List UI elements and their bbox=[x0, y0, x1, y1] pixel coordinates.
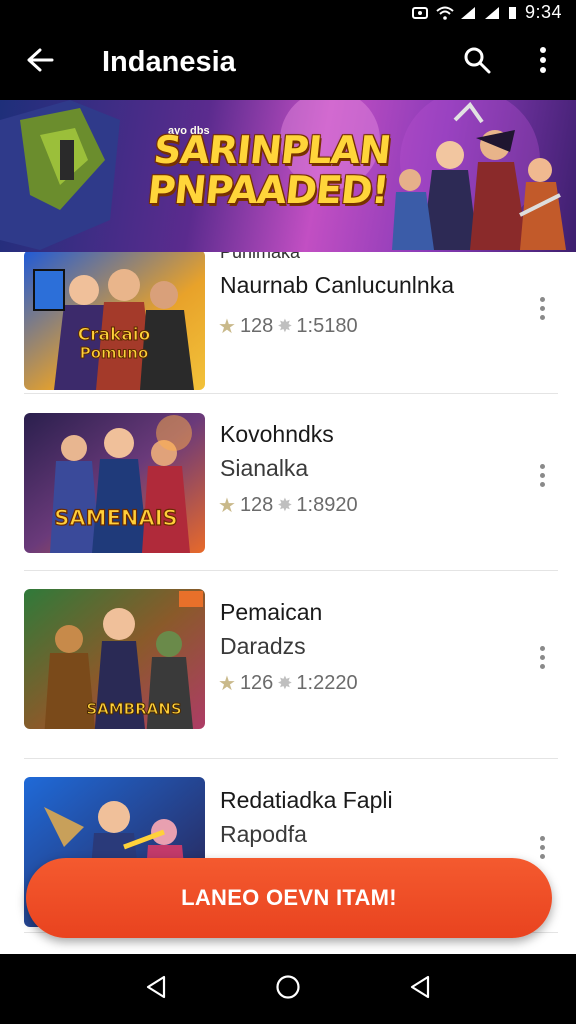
list-item-meta: ★ 128 ✸ 1:8920 bbox=[218, 493, 358, 518]
nav-back-button[interactable] bbox=[136, 969, 176, 1009]
list-item-count: 1:2220 bbox=[296, 672, 358, 694]
list-item-count: 1:5180 bbox=[296, 315, 358, 337]
nav-home-button[interactable] bbox=[268, 969, 308, 1009]
system-nav-bar bbox=[0, 954, 576, 1024]
burst-icon: ✸ bbox=[277, 316, 293, 336]
list-item-meta: ★ 126 ✸ 1:2220 bbox=[218, 671, 358, 696]
search-button[interactable] bbox=[444, 24, 510, 100]
list-item-count: 1:8920 bbox=[296, 494, 358, 516]
nav-recents-icon bbox=[408, 975, 432, 1004]
list-item-title: Redatiadka Fapli bbox=[220, 787, 393, 813]
star-icon: ★ bbox=[218, 495, 236, 517]
promo-banner[interactable]: ayo dbs SARINPLAN PNPAADED! bbox=[0, 100, 576, 252]
back-arrow-icon bbox=[26, 48, 54, 77]
item-more-button[interactable] bbox=[528, 288, 556, 328]
nav-recents-button[interactable] bbox=[400, 969, 440, 1009]
burst-icon: ✸ bbox=[277, 495, 293, 515]
divider bbox=[24, 393, 558, 394]
app-bar: Indanesia bbox=[0, 24, 576, 100]
banner-title-line2: PNPAADED! bbox=[145, 168, 391, 212]
svg-text:Crakaio: Crakaio bbox=[78, 325, 151, 345]
overflow-menu-button[interactable] bbox=[510, 24, 576, 100]
list-item[interactable]: SAMENAIS Kovohndks Sianalka ★ 128 ✸ 1:89… bbox=[0, 413, 576, 591]
game-thumbnail: SAMENAIS bbox=[24, 413, 205, 553]
page-title: Indanesia bbox=[102, 45, 236, 78]
list-item-meta: ★ 128 ✸ 1:5180 bbox=[218, 314, 358, 339]
game-thumbnail: SAMBRANS bbox=[24, 589, 205, 729]
star-icon: ★ bbox=[218, 316, 236, 338]
banner-title-line1: SARINPLAN bbox=[151, 128, 393, 172]
wifi-icon bbox=[436, 5, 454, 20]
thumb-label: SAMENAIS bbox=[54, 506, 177, 530]
signal-icon bbox=[460, 5, 476, 19]
divider bbox=[24, 758, 558, 759]
game-thumbnail: Crakaio Pomuno bbox=[24, 252, 205, 390]
item-more-button[interactable] bbox=[528, 637, 556, 677]
battery-icon bbox=[508, 5, 517, 19]
list-item-subtitle: Daradzs bbox=[220, 633, 306, 659]
list-item-subtitle: Rapodfa bbox=[220, 821, 307, 847]
list-item-rating: 128 bbox=[239, 494, 274, 516]
nav-home-icon bbox=[275, 974, 301, 1005]
notification-icon bbox=[411, 5, 428, 19]
banner-title: SARINPLAN PNPAADED! bbox=[126, 128, 414, 212]
nav-back-icon bbox=[144, 975, 168, 1004]
list-item-title: Kovohndks bbox=[220, 421, 334, 447]
search-icon bbox=[463, 46, 491, 79]
item-more-button[interactable] bbox=[528, 827, 556, 867]
status-time: 9:34 bbox=[524, 1, 562, 22]
list-item[interactable]: Punimaka Crakaio Pomuno Naurnab Canlucun… bbox=[0, 252, 576, 416]
status-bar: 9:34 bbox=[0, 0, 576, 24]
list-item-title: Pemaican bbox=[220, 599, 323, 625]
primary-cta-button[interactable]: LANEO OEVN ITAM! bbox=[26, 858, 552, 938]
game-list: Punimaka Crakaio Pomuno Naurnab Canlucun… bbox=[0, 252, 576, 954]
svg-text:Pomuno: Pomuno bbox=[80, 344, 149, 362]
list-item-rating: 126 bbox=[239, 672, 274, 694]
list-item-subtitle: Sianalka bbox=[220, 455, 309, 481]
back-button[interactable] bbox=[0, 24, 80, 100]
more-vert-icon bbox=[539, 46, 547, 78]
item-more-button[interactable] bbox=[528, 455, 556, 495]
list-item-overline: Punimaka bbox=[220, 252, 301, 262]
list-item-title: Naurnab Canlucunlnka bbox=[220, 272, 454, 298]
star-icon: ★ bbox=[218, 673, 236, 695]
divider bbox=[24, 570, 558, 571]
signal-icon-2 bbox=[484, 5, 500, 19]
list-item[interactable]: SAMBRANS Pemaican Daradzs ★ 126 ✸ 1:2220 bbox=[0, 589, 576, 767]
list-item-rating: 128 bbox=[239, 315, 274, 337]
screen: 9:34 Indanesia ayo dbs SARINPLAN PNPAADE… bbox=[0, 0, 576, 1024]
burst-icon: ✸ bbox=[277, 673, 293, 693]
thumb-label: SAMBRANS bbox=[86, 700, 181, 718]
